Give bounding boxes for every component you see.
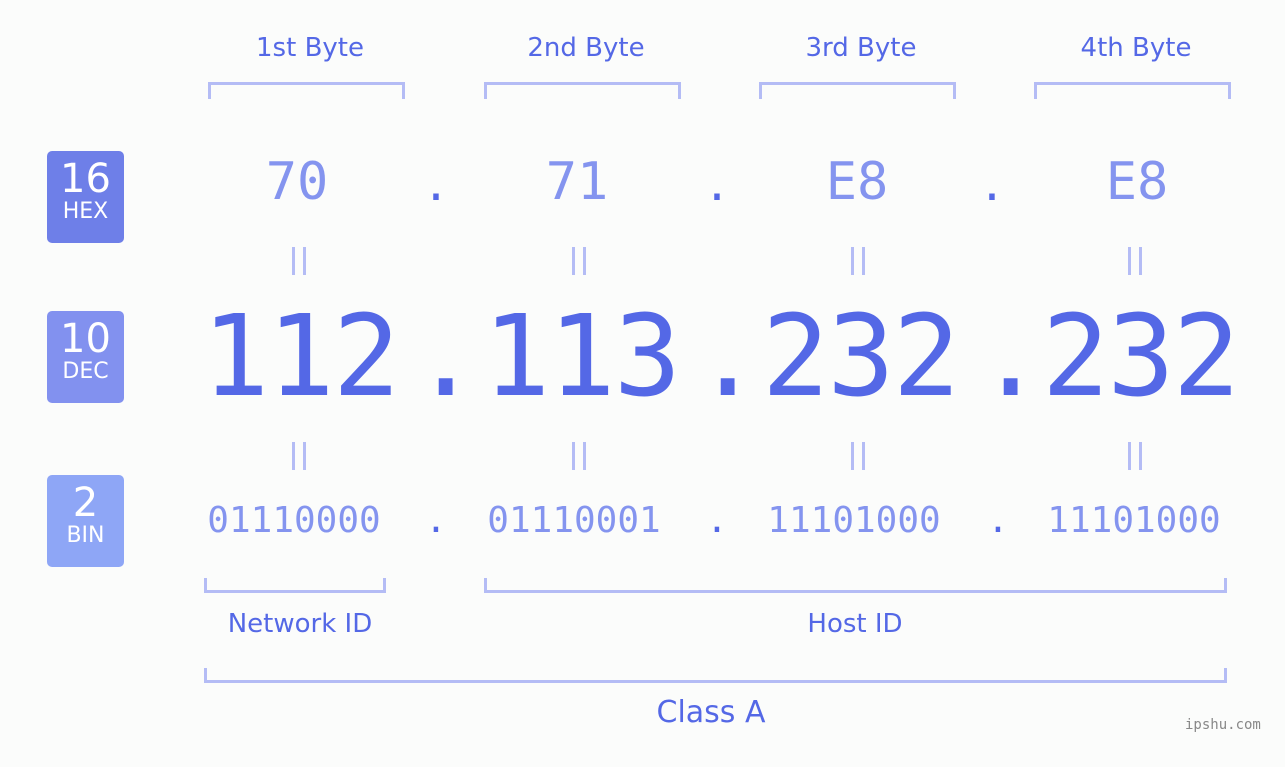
equals-mark [292,442,306,470]
hex-separator-2: . [703,160,731,211]
class-label: Class A [656,695,766,730]
hex-badge-label: HEX [62,199,109,224]
bin-badge: 2 BIN [47,475,124,567]
hex-value-1: 70 [265,152,329,212]
dec-separator-1: . [412,292,480,422]
watermark: ipshu.com [1185,717,1261,733]
bin-separator-2: . [706,500,728,541]
byte-header-2: 2nd Byte [527,33,645,63]
host-id-label: Host ID [807,609,903,639]
bin-value-2: 01110001 [487,500,661,541]
network-id-label: Network ID [227,609,373,639]
equals-mark [292,247,306,275]
bin-value-4: 11101000 [1047,500,1221,541]
equals-mark [572,247,586,275]
byte-bracket-2 [484,82,681,99]
network-id-bracket [204,578,386,593]
dec-separator-2: . [694,292,762,422]
byte-header-1: 1st Byte [256,33,364,63]
equals-mark [572,442,586,470]
dec-separator-3: . [977,292,1045,422]
byte-bracket-4 [1034,82,1231,99]
dec-badge: 10 DEC [47,311,124,403]
hex-separator-1: . [422,160,450,211]
equals-mark [1128,442,1142,470]
hex-separator-3: . [978,160,1006,211]
bin-separator-1: . [425,500,447,541]
bin-badge-label: BIN [66,523,105,548]
dec-badge-number: 10 [60,316,111,362]
hex-value-3: E8 [825,152,889,212]
hex-badge-number: 16 [60,156,111,202]
equals-mark [851,247,865,275]
byte-header-3: 3rd Byte [805,33,917,63]
host-id-bracket [484,578,1227,593]
equals-mark [1128,247,1142,275]
dec-value-2: 113 [482,292,681,422]
bin-value-1: 01110000 [207,500,381,541]
dec-value-1: 112 [201,292,400,422]
hex-value-2: 71 [545,152,609,212]
byte-bracket-3 [759,82,956,99]
dec-badge-label: DEC [62,359,109,384]
byte-header-4: 4th Byte [1080,33,1192,63]
byte-bracket-1 [208,82,405,99]
class-bracket [204,668,1227,683]
bin-value-3: 11101000 [767,500,941,541]
hex-value-4: E8 [1105,152,1169,212]
hex-badge: 16 HEX [47,151,124,243]
equals-mark [851,442,865,470]
bin-badge-number: 2 [72,480,99,526]
bin-separator-3: . [987,500,1009,541]
